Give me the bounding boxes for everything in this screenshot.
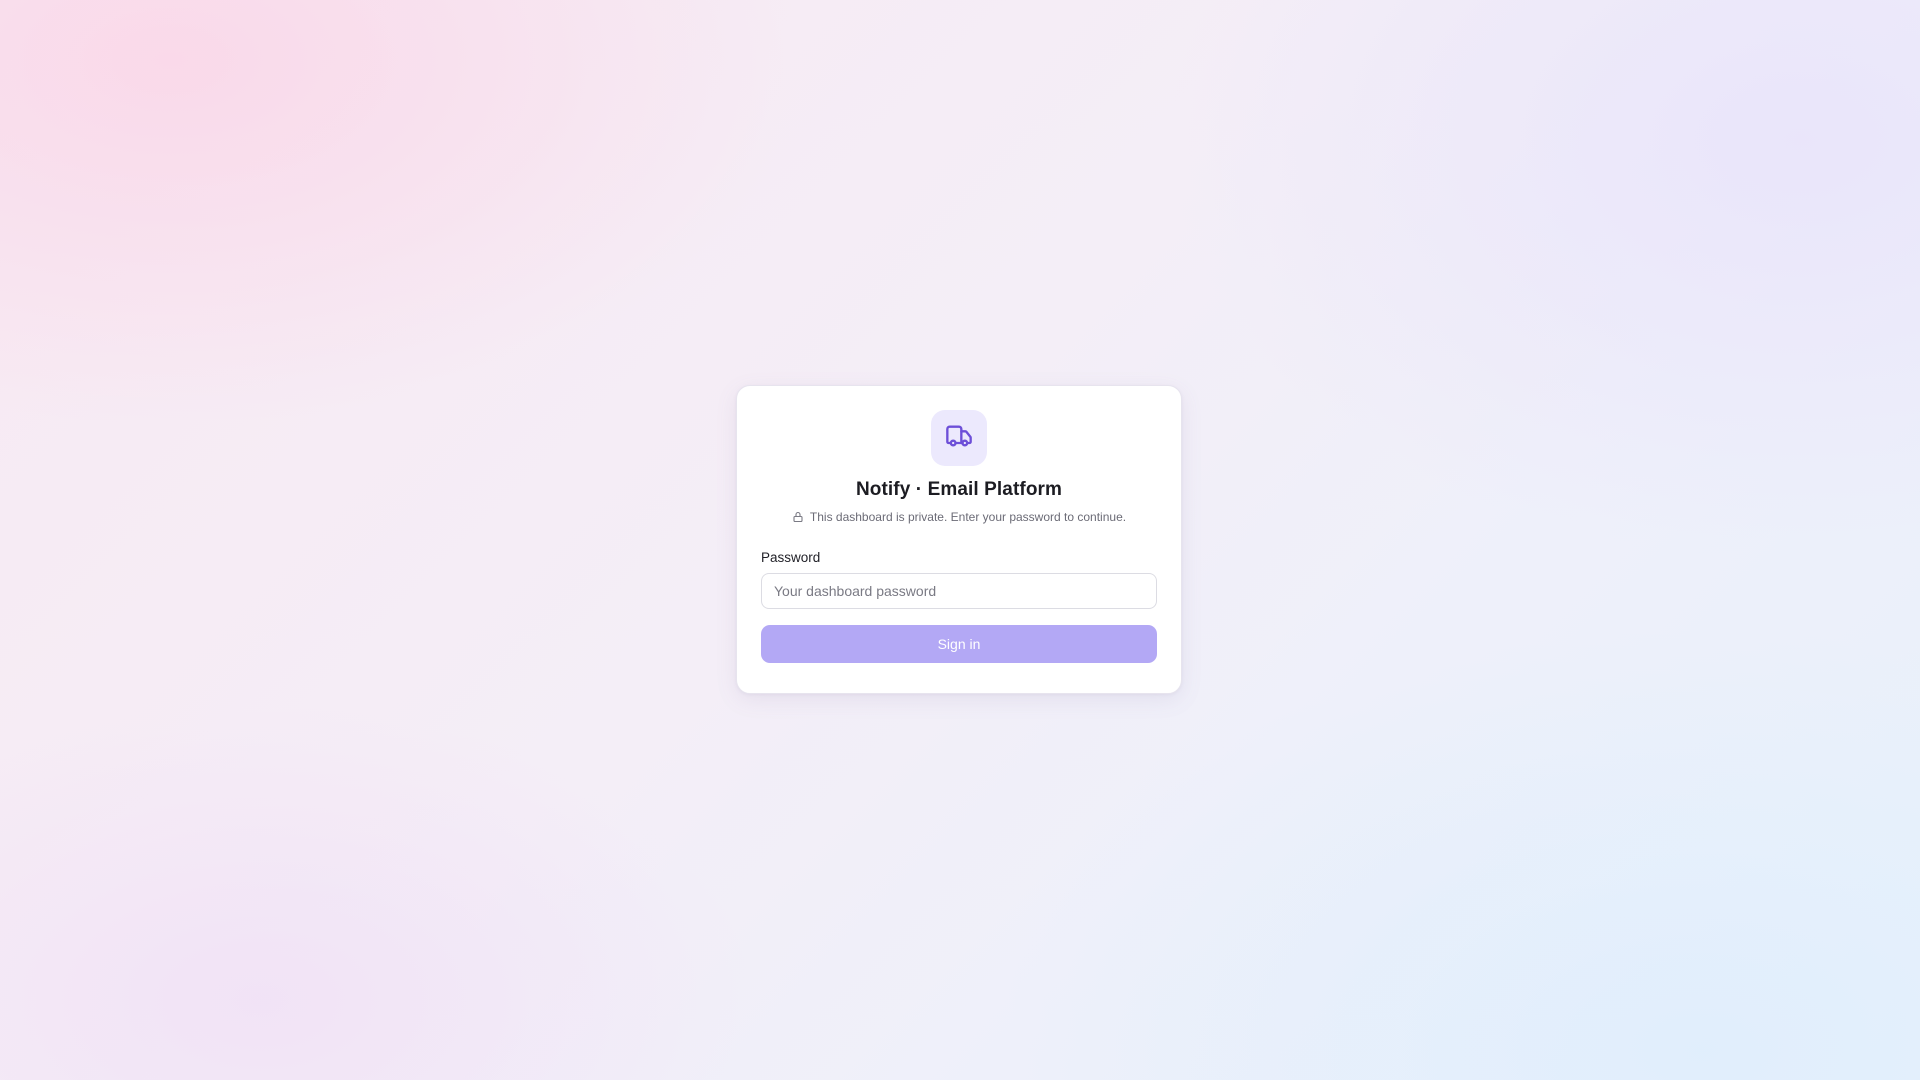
privacy-notice-text: This dashboard is private. Enter your pa… xyxy=(809,510,1127,524)
password-input[interactable] xyxy=(761,573,1157,609)
login-card: Notify · Email Platform This dashboard i… xyxy=(736,385,1182,694)
page-title: Notify · Email Platform xyxy=(855,479,1063,500)
logo-tile xyxy=(931,410,987,466)
password-label: Password xyxy=(761,550,821,565)
lock-icon xyxy=(792,511,804,523)
sign-in-button[interactable]: Sign in xyxy=(761,625,1157,663)
truck-icon xyxy=(945,422,973,455)
privacy-notice: This dashboard is private. Enter your pa… xyxy=(761,510,1157,524)
